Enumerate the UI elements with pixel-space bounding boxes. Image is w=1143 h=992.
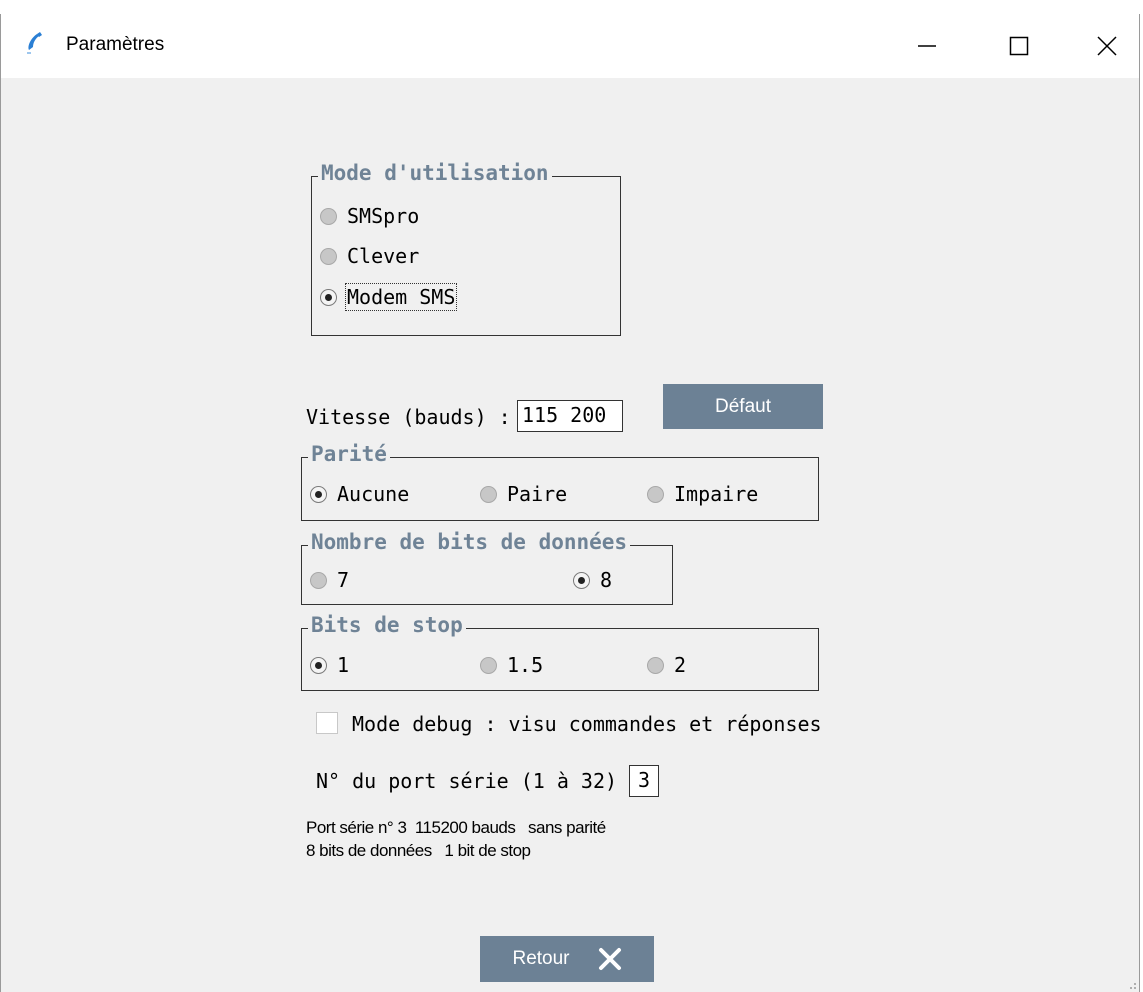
window-title: Paramètres: [66, 34, 165, 55]
debug-label: Mode debug : visu commandes et réponses: [352, 712, 822, 736]
phone-icon: [23, 28, 53, 58]
radio-impaire[interactable]: Impaire: [647, 482, 758, 506]
stopbits-group-legend: Bits de stop: [308, 613, 466, 637]
radio-label: 1.5: [507, 653, 544, 677]
radio-label: Modem SMS: [344, 283, 458, 311]
radio-label: Paire: [507, 482, 568, 506]
radio-label: 7: [337, 568, 350, 592]
radio-label: Impaire: [674, 482, 759, 506]
summary-line-2: 8 bits de données 1 bit de stop: [306, 841, 531, 860]
radio-label: Clever: [347, 244, 420, 268]
radio-label: 2: [674, 653, 687, 677]
settings-window: Paramètres Mode d'utilisation SMSpro Cle…: [0, 14, 1140, 992]
minimize-button[interactable]: [881, 14, 973, 78]
radio-clever[interactable]: Clever: [320, 244, 419, 268]
mode-group: Mode d'utilisation SMSpro Clever Modem S…: [311, 161, 621, 336]
databits-group: Nombre de bits de données 7 8: [301, 530, 673, 605]
radio-paire[interactable]: Paire: [480, 482, 567, 506]
radio-7-bits[interactable]: 7: [310, 568, 349, 592]
radio-smspro[interactable]: SMSpro: [320, 204, 419, 228]
resize-grip-icon[interactable]: [1125, 978, 1137, 990]
summary-line-1: Port série n° 3 115200 bauds sans parité: [306, 818, 606, 837]
radio-button[interactable]: [573, 571, 590, 589]
radio-button[interactable]: [310, 485, 327, 503]
mode-group-legend: Mode d'utilisation: [318, 161, 552, 185]
radio-stop-1[interactable]: 1: [310, 653, 349, 677]
radio-label: 8: [600, 568, 613, 592]
speed-input[interactable]: 115 200: [517, 400, 623, 432]
radio-8-bits[interactable]: 8: [573, 568, 612, 592]
radio-button[interactable]: [480, 485, 497, 503]
radio-button[interactable]: [310, 571, 327, 589]
default-button[interactable]: Défaut: [663, 384, 823, 429]
radio-button[interactable]: [310, 656, 327, 674]
radio-aucune[interactable]: Aucune: [310, 482, 409, 506]
title-bar[interactable]: Paramètres: [1, 14, 1139, 78]
back-button[interactable]: Retour: [480, 936, 654, 982]
radio-button[interactable]: [320, 247, 337, 265]
parity-group-legend: Parité: [308, 442, 390, 466]
radio-label: 1: [337, 653, 350, 677]
radio-button[interactable]: [320, 288, 337, 306]
radio-stop-2[interactable]: 2: [647, 653, 686, 677]
port-label: N° du port série (1 à 32) :: [316, 769, 642, 793]
maximize-button[interactable]: [973, 14, 1065, 78]
minimize-icon: [918, 45, 936, 47]
stopbits-group: Bits de stop 1 1.5 2: [301, 613, 819, 691]
databits-group-legend: Nombre de bits de données: [308, 530, 631, 554]
radio-button[interactable]: [320, 207, 337, 225]
debug-checkbox[interactable]: [316, 712, 338, 734]
close-icon: [598, 948, 621, 970]
port-input[interactable]: 3: [629, 765, 659, 797]
radio-stop-1-5[interactable]: 1.5: [480, 653, 543, 677]
maximize-icon: [1009, 36, 1029, 56]
radio-modem-sms[interactable]: Modem SMS: [320, 283, 458, 311]
close-button[interactable]: [1061, 14, 1143, 78]
radio-label: Aucune: [337, 482, 410, 506]
radio-button[interactable]: [647, 485, 664, 503]
close-icon: [1097, 36, 1117, 56]
radio-button[interactable]: [480, 656, 497, 674]
radio-button[interactable]: [647, 656, 664, 674]
back-button-label: Retour: [512, 948, 570, 969]
radio-label: SMSpro: [347, 204, 420, 228]
parity-group: Parité Aucune Paire Impaire: [301, 442, 819, 521]
speed-label: Vitesse (bauds) :: [306, 405, 511, 429]
